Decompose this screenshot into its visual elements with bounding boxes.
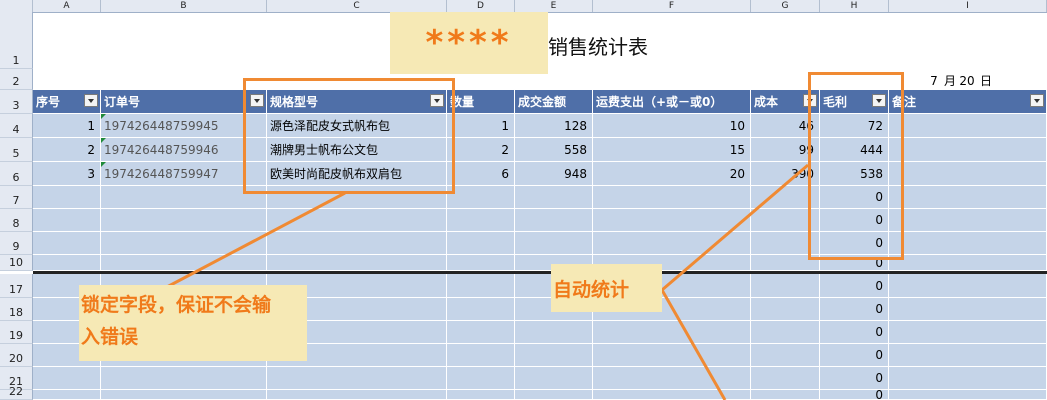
connector-auto-down [660,289,727,400]
spreadsheet: A B C D E F G H I 1 2 3 4 5 6 7 8 9 10 1… [0,0,1047,400]
callout-lock-line2: 入错误 [81,326,139,348]
callout-lock-fields: 锁定字段，保证不会输 入错误 [79,285,307,361]
connector-lock [164,191,346,290]
connector-auto-up [661,163,809,292]
callout-auto-stat: 自动统计 [551,264,662,312]
callout-lock-line1: 锁定字段，保证不会输 [81,294,272,316]
